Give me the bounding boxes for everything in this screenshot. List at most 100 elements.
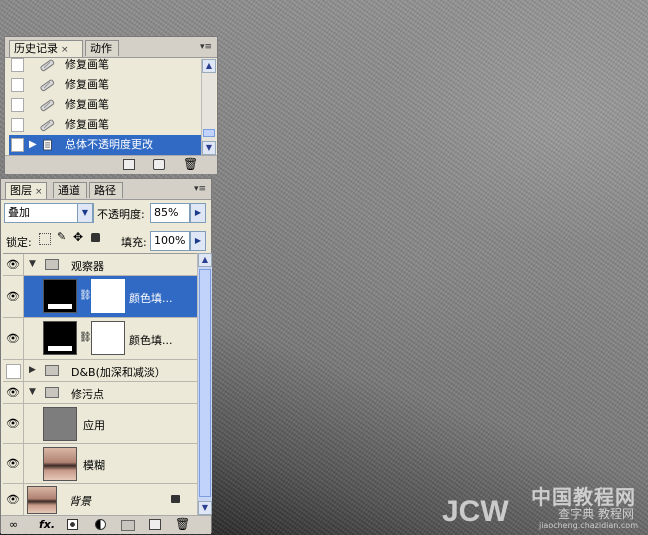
eye-icon[interactable]: 👁 [5, 457, 21, 471]
layer-row-selected[interactable]: 👁 ⛓ 颜色填... [3, 276, 198, 318]
visibility-cell[interactable]: 👁 [3, 276, 24, 317]
panel-menu-icon[interactable]: ▾≡ [193, 183, 207, 195]
layer-row-group[interactable]: 👁 ▼ 观察器 [3, 254, 198, 276]
visibility-cell[interactable]: 👁 [3, 382, 24, 403]
history-footer: 🗑 [5, 155, 217, 174]
adjustment-layer-icon[interactable] [95, 519, 106, 530]
history-scrollbar[interactable]: ▲ ▼ [201, 59, 216, 155]
visibility-cell[interactable]: 👁 [3, 444, 24, 483]
layers-tabbar: 图层 × 通道 路径 ▾≡ [1, 179, 211, 200]
scroll-thumb[interactable] [199, 269, 211, 497]
folder-icon [45, 387, 59, 398]
history-source-checkbox[interactable] [11, 98, 24, 112]
folder-icon [45, 259, 59, 270]
healing-brush-icon [40, 99, 55, 112]
opacity-slider-toggle-icon[interactable]: ▶ [190, 203, 206, 223]
visibility-cell[interactable]: 👁 [3, 254, 24, 275]
history-item[interactable]: 修复画笔 [9, 95, 205, 115]
scroll-down-icon[interactable]: ▼ [198, 501, 212, 515]
history-source-checkbox[interactable] [11, 118, 24, 132]
layer-name: 模糊 [83, 459, 105, 472]
link-layers-icon[interactable]: ∞ [9, 518, 18, 531]
chevron-right-icon[interactable]: ▶ [29, 365, 36, 375]
layer-row[interactable]: 👁 ⛓ 颜色填... [3, 318, 198, 360]
history-item-selected[interactable]: ▶ 总体不透明度更改 [9, 135, 205, 155]
folder-icon [45, 365, 59, 376]
tab-actions-label: 动作 [90, 42, 112, 55]
history-item-label: 修复画笔 [65, 78, 109, 91]
layer-name: 观察器 [71, 260, 104, 273]
tab-channels-label: 通道 [58, 184, 80, 197]
chevron-down-icon[interactable]: ▼ [77, 203, 93, 223]
tab-layers-label: 图层 [10, 184, 32, 197]
fill-value: 100% [154, 234, 186, 247]
fx-icon[interactable]: fx. [39, 518, 55, 531]
history-source-checkbox[interactable] [11, 78, 24, 92]
visibility-cell[interactable]: 👁 [3, 484, 24, 515]
opacity-value: 85% [154, 206, 179, 219]
layer-row[interactable]: 👁 模糊 [3, 444, 198, 484]
eye-icon[interactable]: 👁 [5, 258, 21, 272]
new-layer-icon[interactable] [149, 519, 161, 530]
new-document-from-state-icon[interactable] [123, 159, 135, 170]
lock-position-icon[interactable]: ✥ [73, 230, 83, 244]
tab-layers[interactable]: 图层 × [5, 182, 47, 199]
eye-icon[interactable]: 👁 [5, 417, 21, 431]
link-chain-icon[interactable]: ⛓ [79, 290, 92, 301]
layer-row-group[interactable]: 👁 ▼ 修污点 [3, 382, 198, 404]
layer-name: 修污点 [71, 388, 104, 401]
history-item[interactable]: 修复画笔 [9, 55, 205, 75]
lock-transparent-icon[interactable] [39, 233, 51, 245]
history-item-label: 总体不透明度更改 [65, 138, 153, 151]
scroll-down-icon[interactable]: ▼ [202, 141, 216, 155]
eye-icon[interactable]: 👁 [5, 386, 21, 400]
layer-name: 背景 [69, 495, 91, 508]
eye-icon[interactable]: 👁 [5, 290, 21, 304]
visibility-cell[interactable]: 👁 [3, 318, 24, 359]
tab-channels[interactable]: 通道 [53, 182, 87, 198]
visibility-cell[interactable] [3, 360, 24, 381]
lock-image-icon[interactable]: ✎ [57, 230, 66, 243]
eye-icon[interactable]: 👁 [5, 493, 21, 507]
tab-actions[interactable]: 动作 [85, 40, 119, 56]
layer-mask-thumbnail[interactable] [91, 279, 125, 313]
snapshot-icon[interactable] [153, 159, 165, 170]
layer-mask-thumbnail[interactable] [91, 321, 125, 355]
history-item[interactable]: 修复画笔 [9, 115, 205, 135]
visibility-cell[interactable]: 👁 [3, 404, 24, 443]
history-item-label: 修复画笔 [65, 58, 109, 71]
watermark: 中国教程网 JCW 查字典 教程网 jiaocheng.chazidian.co… [442, 481, 642, 531]
history-source-checkbox[interactable] [11, 138, 24, 152]
watermark-url: jiaocheng.chazidian.com [538, 521, 638, 530]
delete-layer-icon[interactable]: 🗑 [175, 517, 190, 531]
layer-thumbnail [43, 447, 77, 481]
fill-input[interactable]: 100% [150, 231, 190, 251]
tab-paths[interactable]: 路径 [89, 182, 123, 198]
fill-slider-toggle-icon[interactable]: ▶ [190, 231, 206, 251]
delete-icon[interactable]: 🗑 [183, 157, 198, 171]
scroll-thumb[interactable] [203, 129, 215, 137]
history-item[interactable]: 修复画笔 [9, 75, 205, 95]
layer-row[interactable]: 👁 应用 [3, 404, 198, 444]
chevron-down-icon[interactable]: ▼ [29, 259, 36, 269]
panel-menu-icon[interactable]: ▾≡ [199, 41, 213, 53]
layers-scrollbar[interactable]: ▲ ▼ [197, 253, 212, 515]
close-icon[interactable]: × [61, 45, 69, 55]
fill-layer-thumbnail [43, 321, 77, 355]
new-group-icon[interactable] [121, 520, 135, 531]
slider-icon [48, 304, 72, 309]
link-chain-icon[interactable]: ⛓ [79, 332, 92, 343]
history-source-checkbox[interactable] [11, 58, 24, 72]
layer-row-group[interactable]: ▶ D&B(加深和减淡） [3, 360, 198, 382]
lock-all-icon[interactable] [91, 233, 100, 242]
layer-row-background[interactable]: 👁 背景 [3, 484, 198, 516]
close-icon[interactable]: × [35, 187, 43, 197]
chevron-down-icon[interactable]: ▼ [29, 387, 36, 397]
add-mask-icon[interactable] [67, 519, 78, 530]
opacity-input[interactable]: 85% [150, 203, 190, 223]
hidden-visibility-box[interactable] [6, 364, 21, 379]
scroll-up-icon[interactable]: ▲ [198, 253, 212, 267]
scroll-up-icon[interactable]: ▲ [202, 59, 216, 73]
eye-icon[interactable]: 👁 [5, 332, 21, 346]
healing-brush-icon [40, 119, 55, 132]
